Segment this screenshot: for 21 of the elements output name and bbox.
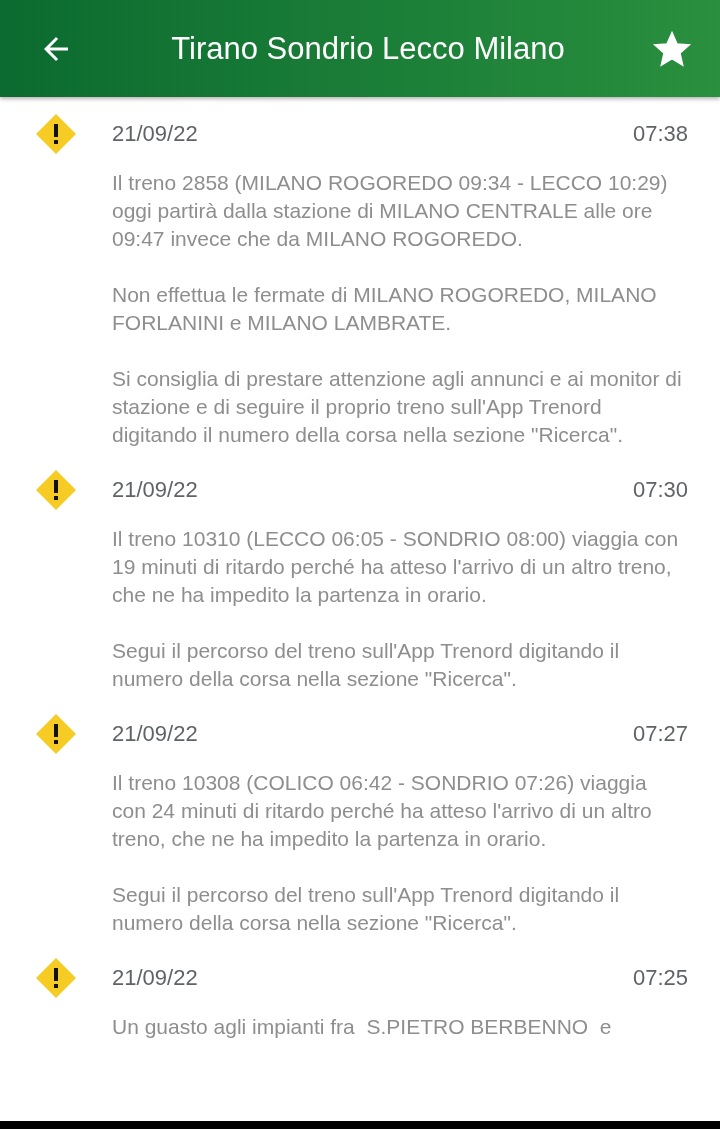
notice-text: Il treno 2858 (MILANO ROGOREDO 09:34 - LECCO 10:29) oggi partirà dalla stazione di MILANO CENTRALE alle ore 09:47 invece che da MILANO ROGOREDO. — [112, 170, 669, 252]
warning-icon — [35, 957, 77, 999]
notice-time: 07:25 — [632, 964, 688, 992]
warning-icon — [35, 113, 77, 155]
notice-time: 07:30 — [632, 476, 688, 504]
notice-date: 21/09/22 — [112, 120, 199, 148]
screen-title: Tirano Sondrio Lecco Milano — [170, 30, 566, 67]
notice-text: Si consiglia di prestare attenzione agli annunci e ai monitor di stazione e di seguire il proprio treno sull'App Trenord digitando il numero della corsa nella sezione "Ricerca". — [112, 366, 683, 448]
notice-text: Non effettua le fermate di MILANO ROGOREDO, MILANO FORLANINI e MILANO LAMBRATE. — [112, 282, 658, 336]
notice-date: 21/09/22 — [112, 720, 199, 748]
notice-time: 07:38 — [632, 120, 688, 148]
notice-text: Segui il percorso del treno sull'App Trenord digitando il numero della corsa nella sezione "Ricerca". — [112, 882, 621, 936]
notice-text: Il treno 10310 (LECCO 06:05 - SONDRIO 08:00) viaggia con 19 minuti di ritardo perché ha atteso l'arrivo di un altro treno, che ne ha impedito la partenza in orario. — [112, 526, 680, 608]
warning-icon — [35, 713, 77, 755]
notice-time: 07:27 — [632, 720, 688, 748]
notice-text: Un guasto agli impianti fra S.PIETRO BERBENNO e — [112, 1014, 613, 1040]
notice-date: 21/09/22 — [112, 476, 199, 504]
notice-text: Segui il percorso del treno sull'App Trenord digitando il numero della corsa nella sezione "Ricerca". — [112, 638, 621, 692]
warning-icon — [35, 469, 77, 511]
notice-text: Il treno 10308 (COLICO 06:42 - SONDRIO 07:26) viaggia con 24 minuti di ritardo perché ha atteso l'arrivo di un altro treno, che ne ha impedito la partenza in orario. — [112, 770, 653, 852]
notice-date: 21/09/22 — [112, 964, 199, 992]
